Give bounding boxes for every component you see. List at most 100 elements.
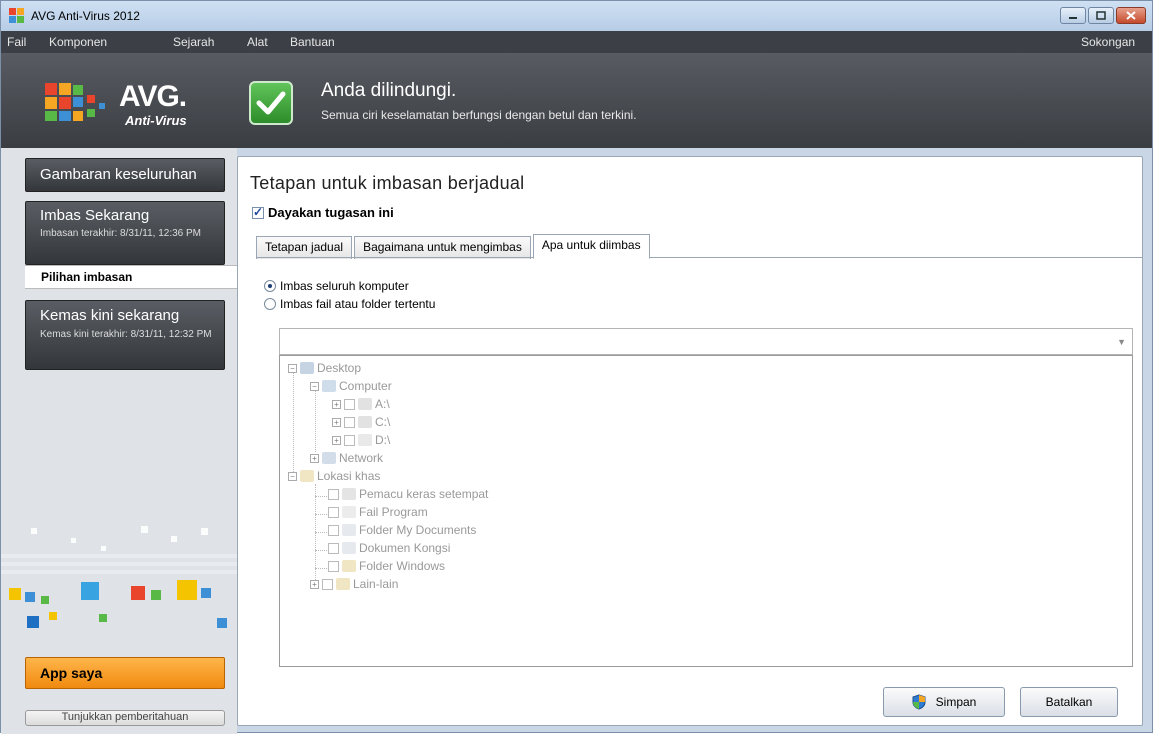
status-subtitle: Semua ciri keselamatan berfungsi dengan … [321, 108, 637, 122]
folder-icon [342, 560, 356, 572]
menu-help[interactable]: Bantuan [290, 35, 335, 49]
tree-label: Fail Program [359, 505, 428, 519]
radio-whole-computer-row[interactable]: Imbas seluruh komputer [264, 279, 409, 293]
nav-scan-options[interactable]: Pilihan imbasan [25, 265, 237, 289]
path-combobox[interactable]: ▼ [279, 328, 1133, 355]
tree-node-local-hdd[interactable]: Pemacu keras setempat [328, 486, 488, 502]
tree-node-program-files[interactable]: Fail Program [328, 504, 428, 520]
scheduled-scan-panel: Tetapan untuk imbasan berjadual Dayakan … [237, 156, 1143, 726]
maximize-icon [1096, 11, 1106, 20]
close-icon [1126, 11, 1136, 20]
tree-node-drive-d[interactable]: + D:\ [332, 432, 390, 448]
tree-node-network[interactable]: + Network [310, 450, 383, 466]
sidebar: Gambaran keseluruhan Imbas Sekarang Imba… [1, 148, 237, 734]
minimize-button[interactable] [1060, 7, 1086, 24]
save-button[interactable]: Simpan [883, 687, 1005, 717]
tab-what-to-scan[interactable]: Apa untuk diimbas [532, 234, 650, 259]
tree-node-my-documents[interactable]: Folder My Documents [328, 522, 476, 538]
collapse-icon[interactable]: − [310, 381, 319, 391]
tree-label: Pemacu keras setempat [359, 487, 489, 501]
tab-bar: Tetapan jadual Bagaimana untuk mengimbas… [256, 234, 652, 259]
nav-scan-now[interactable]: Imbas Sekarang Imbasan terakhir: 8/31/11… [25, 201, 225, 265]
tree-node-windows-folder[interactable]: Folder Windows [328, 558, 445, 574]
tree-checkbox[interactable] [328, 542, 339, 554]
tree-node-drive-c[interactable]: + C:\ [332, 414, 390, 430]
expand-icon[interactable]: + [310, 453, 319, 463]
nav-scan-now-label: Imbas Sekarang [40, 207, 150, 224]
tab-divider [256, 257, 1142, 258]
cancel-button[interactable]: Batalkan [1020, 687, 1118, 717]
collapse-icon[interactable]: − [288, 471, 297, 481]
avg-logo: AVG. Anti-Virus [41, 75, 211, 135]
tab-how-to-scan[interactable]: Bagaimana untuk mengimbas [354, 236, 531, 259]
status-header: AVG. Anti-Virus Anda dilindungi. Semua c… [1, 53, 1152, 148]
menu-file[interactable]: Fail [7, 35, 26, 49]
menu-history[interactable]: Sejarah [173, 35, 214, 49]
hard-drive-icon [342, 488, 356, 500]
documents-icon [342, 524, 356, 536]
tree-checkbox[interactable] [328, 560, 339, 572]
folder-tree: − Desktop − Computer + A:\ + C:\ + D:\ +… [279, 355, 1133, 667]
tree-node-shared-documents[interactable]: Dokumen Kongsi [328, 540, 450, 556]
my-apps-button[interactable]: App saya [25, 657, 225, 689]
app-window: AVG Anti-Virus 2012 Fail Komponen Sejara… [0, 0, 1153, 734]
tree-node-drive-a[interactable]: + A:\ [332, 396, 390, 412]
expand-icon[interactable]: + [310, 579, 319, 589]
tree-label: Computer [339, 379, 392, 393]
tab-schedule-settings[interactable]: Tetapan jadual [256, 236, 353, 259]
nav-update-now[interactable]: Kemas kini sekarang Kemas kini terakhir:… [25, 300, 225, 370]
save-label: Simpan [935, 695, 977, 709]
expand-icon[interactable]: + [332, 399, 341, 409]
tree-checkbox[interactable] [322, 578, 333, 590]
tree-label: Folder My Documents [359, 523, 477, 537]
cancel-label: Batalkan [1045, 695, 1093, 709]
nav-scan-options-label: Pilihan imbasan [41, 270, 133, 284]
tree-checkbox[interactable] [328, 506, 339, 518]
my-apps-label: App saya [40, 665, 103, 681]
nav-overview-label: Gambaran keseluruhan [40, 166, 197, 183]
collapse-icon[interactable]: − [288, 363, 297, 373]
radio-whole-computer[interactable] [264, 280, 276, 292]
tree-checkbox[interactable] [328, 488, 339, 500]
radio-whole-computer-label: Imbas seluruh komputer [280, 279, 409, 293]
tree-checkbox[interactable] [344, 416, 355, 428]
tree-checkbox[interactable] [344, 398, 355, 410]
update-last-text: Kemas kini terakhir: 8/31/11, 12:32 PM [40, 329, 212, 340]
radio-specific-row[interactable]: Imbas fail atau folder tertentu [264, 297, 435, 311]
folder-icon [300, 470, 314, 482]
hard-drive-icon [358, 416, 372, 428]
expand-icon[interactable]: + [332, 435, 341, 445]
menu-tools[interactable]: Alat [247, 35, 268, 49]
tree-node-desktop[interactable]: − Desktop [288, 360, 361, 376]
tree-label: Dokumen Kongsi [359, 541, 451, 555]
logo-text: AVG. [119, 80, 187, 113]
enable-task-row[interactable]: Dayakan tugasan ini [252, 205, 394, 220]
protected-check-icon [249, 81, 293, 125]
close-button[interactable] [1116, 7, 1146, 24]
tree-node-computer[interactable]: − Computer [310, 378, 392, 394]
shared-documents-icon [342, 542, 356, 554]
menu-bar: Fail Komponen Sejarah Alat Bantuan Sokon… [1, 31, 1152, 53]
nav-update-now-label: Kemas kini sekarang [40, 307, 180, 324]
radio-specific-files[interactable] [264, 298, 276, 310]
tree-checkbox[interactable] [328, 524, 339, 536]
title-bar: AVG Anti-Virus 2012 [1, 1, 1152, 31]
cd-drive-icon [358, 434, 372, 446]
tree-checkbox[interactable] [344, 434, 355, 446]
chevron-down-icon[interactable]: ▼ [1117, 337, 1126, 347]
tree-label: Lokasi khas [317, 469, 381, 483]
minimize-icon [1069, 16, 1077, 19]
tree-node-others[interactable]: + Lain-lain [310, 576, 398, 592]
logo-subtitle: Anti-Virus [125, 113, 187, 128]
nav-overview[interactable]: Gambaran keseluruhan [25, 158, 225, 192]
expand-icon[interactable]: + [332, 417, 341, 427]
menu-support[interactable]: Sokongan [1081, 35, 1135, 49]
tree-label: Lain-lain [353, 577, 399, 591]
enable-task-checkbox[interactable] [252, 205, 264, 219]
tree-label: D:\ [375, 433, 391, 447]
maximize-button[interactable] [1088, 7, 1114, 24]
menu-components[interactable]: Komponen [49, 35, 107, 49]
window-title: AVG Anti-Virus 2012 [31, 9, 140, 23]
show-notification-button[interactable]: Tunjukkan pemberitahuan [25, 710, 225, 726]
tree-node-special-locations[interactable]: − Lokasi khas [288, 468, 380, 484]
